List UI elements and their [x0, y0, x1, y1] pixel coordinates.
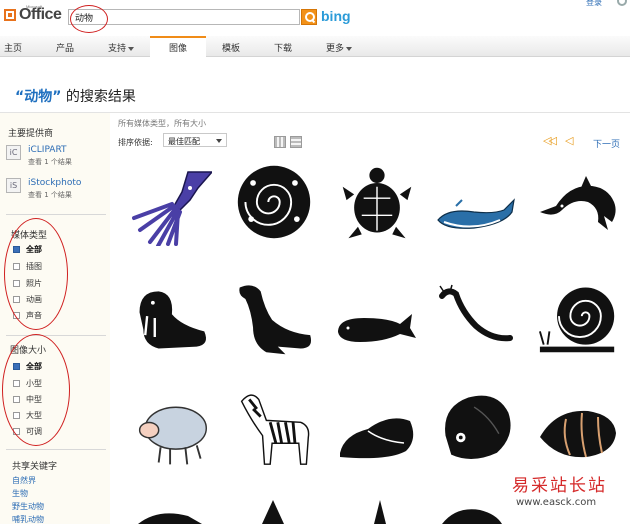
office-logo-icon: [4, 9, 16, 21]
nav-item-downloads[interactable]: 下载: [274, 41, 292, 54]
seal-clipart-icon: [239, 285, 312, 355]
page-title: “动物” 的搜索结果: [15, 86, 136, 106]
snail-clipart-icon: [538, 287, 615, 353]
whale-clipart-icon: [437, 198, 515, 229]
thumb-walrus[interactable]: [128, 278, 212, 358]
thumb-zebra[interactable]: [232, 388, 316, 468]
walrus-clipart-icon: [139, 291, 206, 349]
watermark-url: www.easck.com: [516, 497, 597, 508]
title-query: “动物”: [15, 89, 62, 105]
login-link[interactable]: 登录: [586, 0, 602, 8]
thumb-turtle[interactable]: [335, 162, 419, 242]
watermark-text: 易采站长站: [512, 476, 607, 496]
nav-support-label: 支持: [108, 44, 127, 54]
nav-item-products[interactable]: 产品: [56, 41, 74, 54]
sperm-whale-clipart-icon: [338, 314, 416, 342]
settings-gear-icon[interactable]: [617, 0, 627, 6]
provider-iclipart[interactable]: iCLIPART: [28, 145, 67, 155]
nav-item-templates[interactable]: 模板: [222, 41, 240, 54]
zebra-clipart-icon: [240, 394, 310, 465]
sheep-clipart-icon: [138, 406, 207, 465]
tree-clipart-icon: [262, 500, 284, 524]
nav-item-more[interactable]: 更多: [326, 41, 353, 54]
first-page-icon[interactable]: ◁◁: [543, 134, 557, 147]
thumb-partial[interactable]: [258, 500, 288, 524]
thumb-fish[interactable]: [434, 388, 518, 468]
shell-clipart-icon: [237, 165, 311, 239]
thumb-partial[interactable]: [366, 500, 396, 524]
prev-page-icon[interactable]: ◁: [565, 134, 573, 147]
active-filters: 所有媒体类型，所有大小: [118, 119, 206, 128]
thumb-partial[interactable]: [436, 500, 520, 524]
chevron-down-icon: [128, 46, 135, 51]
istockphoto-icon[interactable]: iS: [6, 178, 21, 193]
office-logo[interactable]: Office Microsoft: [4, 4, 62, 24]
next-page-link[interactable]: 下一页: [593, 137, 620, 150]
divider: [6, 449, 106, 450]
animal-clipart-icon: [442, 509, 502, 524]
keyword-link[interactable]: 哺乳动物: [12, 514, 44, 524]
providers-heading: 主要提供商: [8, 129, 54, 139]
main-nav: 主页 产品 支持 图像 模板 下载 更多: [0, 36, 630, 57]
thumb-snail[interactable]: [536, 278, 620, 358]
divider: [6, 214, 106, 215]
keyword-link[interactable]: 生物: [12, 488, 28, 499]
search-icon[interactable]: [301, 9, 317, 25]
annotation-oval-search: [70, 5, 108, 33]
thumb-squid[interactable]: [128, 166, 214, 248]
keyword-link[interactable]: 自然界: [12, 475, 36, 486]
bing-logo[interactable]: bing: [321, 8, 351, 24]
thumb-sheep[interactable]: [130, 392, 214, 472]
worm-clipart-icon: [439, 284, 513, 342]
provider-iclipart-count[interactable]: 查看 1 个结果: [28, 157, 72, 167]
nav-more-label: 更多: [326, 44, 345, 54]
list-view-icon[interactable]: [290, 136, 302, 148]
keyword-link[interactable]: 野生动物: [12, 501, 44, 512]
thumb-whale[interactable]: [434, 172, 518, 252]
thumb-worm[interactable]: [432, 282, 516, 362]
thumb-partial[interactable]: [128, 500, 212, 524]
dolphin-clipart-icon: [540, 176, 616, 230]
nav-item-support[interactable]: 支持: [108, 41, 135, 54]
title-rest: 的搜索结果: [65, 89, 136, 105]
divider: [6, 335, 106, 336]
nav-item-home[interactable]: 主页: [4, 41, 22, 54]
animal-clipart-icon: [374, 500, 386, 524]
iclipart-icon[interactable]: iC: [6, 145, 21, 160]
thumb-conch[interactable]: [334, 396, 418, 476]
keywords-heading: 共享关键字: [12, 462, 58, 472]
thumb-shell[interactable]: [232, 162, 316, 242]
thumb-seal[interactable]: [232, 278, 316, 358]
sort-label: 排序依据:: [118, 138, 153, 147]
seashell-clipart-icon: [540, 410, 616, 458]
turtle-clipart-icon: [342, 167, 412, 239]
grid-view-icon[interactable]: [274, 136, 286, 148]
sort-select[interactable]: 最佳匹配: [163, 133, 227, 147]
thumb-dolphin[interactable]: [536, 168, 620, 248]
thumb-sperm-whale[interactable]: [334, 288, 418, 368]
chevron-down-icon: [346, 46, 353, 51]
fish-clipart-icon: [445, 395, 511, 459]
annotation-oval-media: [4, 218, 68, 330]
provider-istockphoto-count[interactable]: 查看 1 个结果: [28, 190, 72, 200]
squid-clipart-icon: [132, 171, 214, 248]
nav-item-images[interactable]: 图像: [169, 41, 187, 54]
animal-clipart-icon: [138, 513, 202, 524]
logo-small-text: Microsoft: [26, 4, 43, 9]
thumb-seashell[interactable]: [536, 392, 620, 472]
conch-clipart-icon: [340, 418, 414, 459]
provider-istockphoto[interactable]: iStockphoto: [28, 178, 81, 188]
annotation-oval-size: [2, 334, 70, 446]
